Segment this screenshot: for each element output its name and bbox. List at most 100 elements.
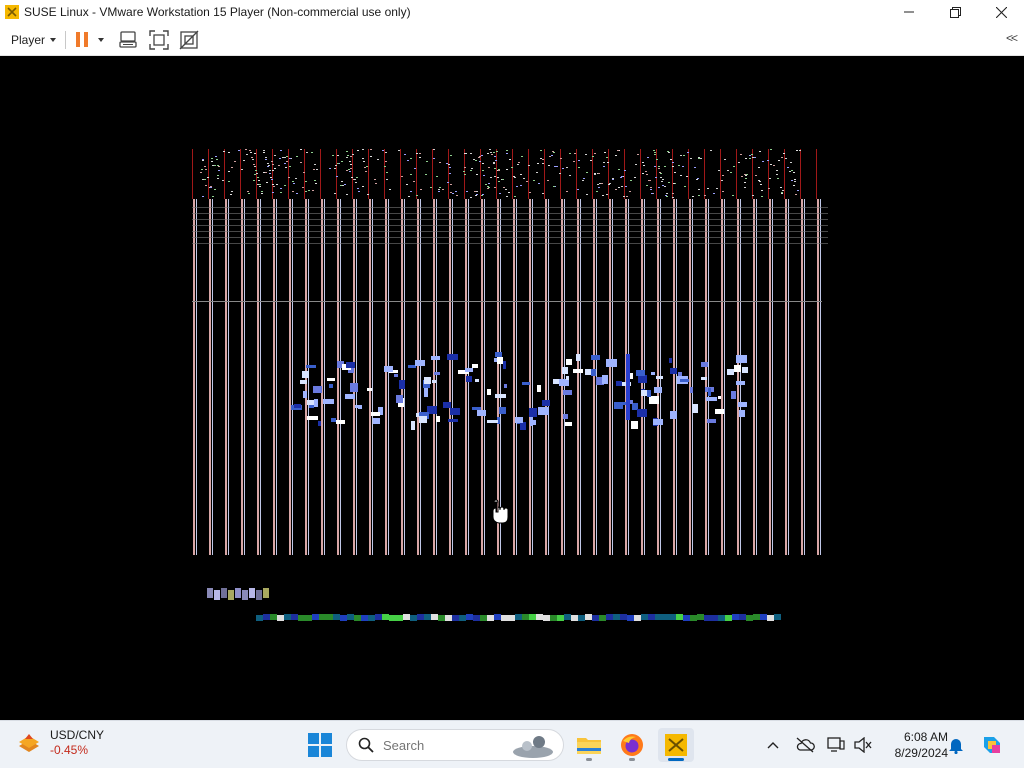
noise-speckle [268, 165, 270, 166]
noise-speckle [494, 168, 496, 169]
onedrive-button[interactable] [795, 735, 815, 755]
noise-red-line [240, 149, 241, 199]
noise-speckle [481, 195, 483, 196]
noise-speckle [517, 164, 519, 165]
noise-speckle [770, 149, 772, 150]
noise-block [708, 388, 711, 396]
fit-guest-button[interactable] [148, 29, 170, 51]
noise-speckle [521, 156, 523, 157]
noise-speckle [280, 150, 282, 151]
noise-speckle [212, 165, 214, 166]
noise-speckle [263, 172, 265, 173]
noise-speckle [553, 186, 555, 187]
noise-speckle [668, 182, 670, 183]
noise-block [447, 354, 458, 360]
noise-speckle [664, 166, 666, 167]
power-options-dropdown[interactable] [98, 38, 105, 42]
noise-speckle [305, 181, 307, 182]
noise-block [331, 418, 336, 422]
noise-speckle [245, 149, 247, 150]
noise-speckle [754, 157, 756, 158]
player-menu-button[interactable]: Player [11, 33, 57, 47]
collapse-toolbar-button[interactable]: << [1006, 31, 1018, 45]
volume-button[interactable] [853, 735, 873, 755]
noise-red-line [272, 149, 273, 199]
widget-title: USD/CNY [50, 728, 105, 742]
noise-strip [648, 614, 655, 620]
file-explorer-button[interactable] [571, 728, 607, 762]
unity-mode-icon [179, 30, 199, 49]
noise-strip [683, 615, 690, 621]
noise-speckle [649, 180, 651, 181]
noise-block [692, 404, 698, 413]
noise-strip [361, 615, 368, 621]
noise-block [680, 379, 689, 382]
folder-icon [577, 738, 601, 754]
noise-speckle [598, 173, 600, 174]
vmware-player-button[interactable] [658, 728, 694, 762]
noise-speckle [758, 167, 760, 168]
copilot-button[interactable] [980, 733, 1004, 757]
network-button[interactable] [826, 735, 846, 755]
noise-speckle [761, 196, 763, 197]
noise-speckle [760, 184, 762, 185]
notifications-button[interactable] [946, 735, 966, 755]
noise-speckle [799, 150, 801, 151]
noise-speckle [746, 174, 748, 175]
noise-strip [711, 615, 718, 621]
noise-strip [319, 614, 326, 620]
noise-block [538, 407, 549, 415]
noise-stripe [708, 199, 709, 555]
noise-block [616, 381, 622, 386]
close-button[interactable] [978, 0, 1024, 24]
noise-stripe [401, 199, 403, 555]
noise-speckle [438, 191, 440, 192]
noise-stripe [804, 199, 805, 555]
start-button[interactable] [307, 732, 333, 758]
noise-block [448, 419, 458, 422]
noise-block [263, 588, 269, 598]
noise-speckle [514, 177, 516, 178]
noise-stripe [241, 199, 243, 555]
noise-block [477, 410, 486, 416]
noise-block [313, 386, 322, 393]
noise-speckle [621, 176, 623, 177]
noise-speckle [254, 153, 256, 154]
noise-speckle [314, 180, 316, 181]
noise-strip [704, 615, 711, 621]
taskbar-search[interactable] [346, 729, 564, 761]
noise-speckle [791, 180, 793, 181]
noise-speckle [694, 167, 696, 168]
vm-display[interactable] [0, 57, 1024, 720]
noise-speckle [341, 181, 343, 182]
noise-stripe [420, 199, 421, 555]
unity-button[interactable] [178, 29, 200, 51]
show-hidden-icons-button[interactable] [763, 735, 783, 755]
currency-widget[interactable]: USD/CNY -0.45% [16, 728, 104, 758]
pause-icon [76, 32, 81, 47]
noise-row [192, 207, 828, 208]
taskbar-clock[interactable]: 6:08 AM 8/29/2024 [878, 729, 948, 761]
firefox-button[interactable] [614, 728, 650, 762]
noise-speckle [498, 170, 500, 171]
noise-speckle [292, 191, 294, 192]
noise-speckle [280, 188, 282, 189]
send-ctrl-alt-del-button[interactable] [118, 29, 140, 51]
noise-speckle [538, 183, 540, 184]
noise-speckle [476, 174, 478, 175]
search-input[interactable] [383, 737, 503, 753]
noise-strip [305, 615, 312, 621]
noise-red-line [704, 149, 705, 199]
pause-button[interactable] [76, 32, 90, 48]
noise-stripe [196, 199, 197, 555]
fullscreen-icon [149, 29, 169, 50]
noise-speckle [410, 191, 412, 192]
noise-block [497, 357, 503, 364]
noise-speckle [686, 176, 688, 177]
minimize-button[interactable] [886, 0, 932, 24]
noise-block [585, 369, 591, 375]
maximize-button[interactable] [932, 0, 978, 24]
noise-red-line [656, 149, 657, 199]
noise-red-line [528, 149, 529, 199]
noise-speckle [419, 157, 421, 158]
